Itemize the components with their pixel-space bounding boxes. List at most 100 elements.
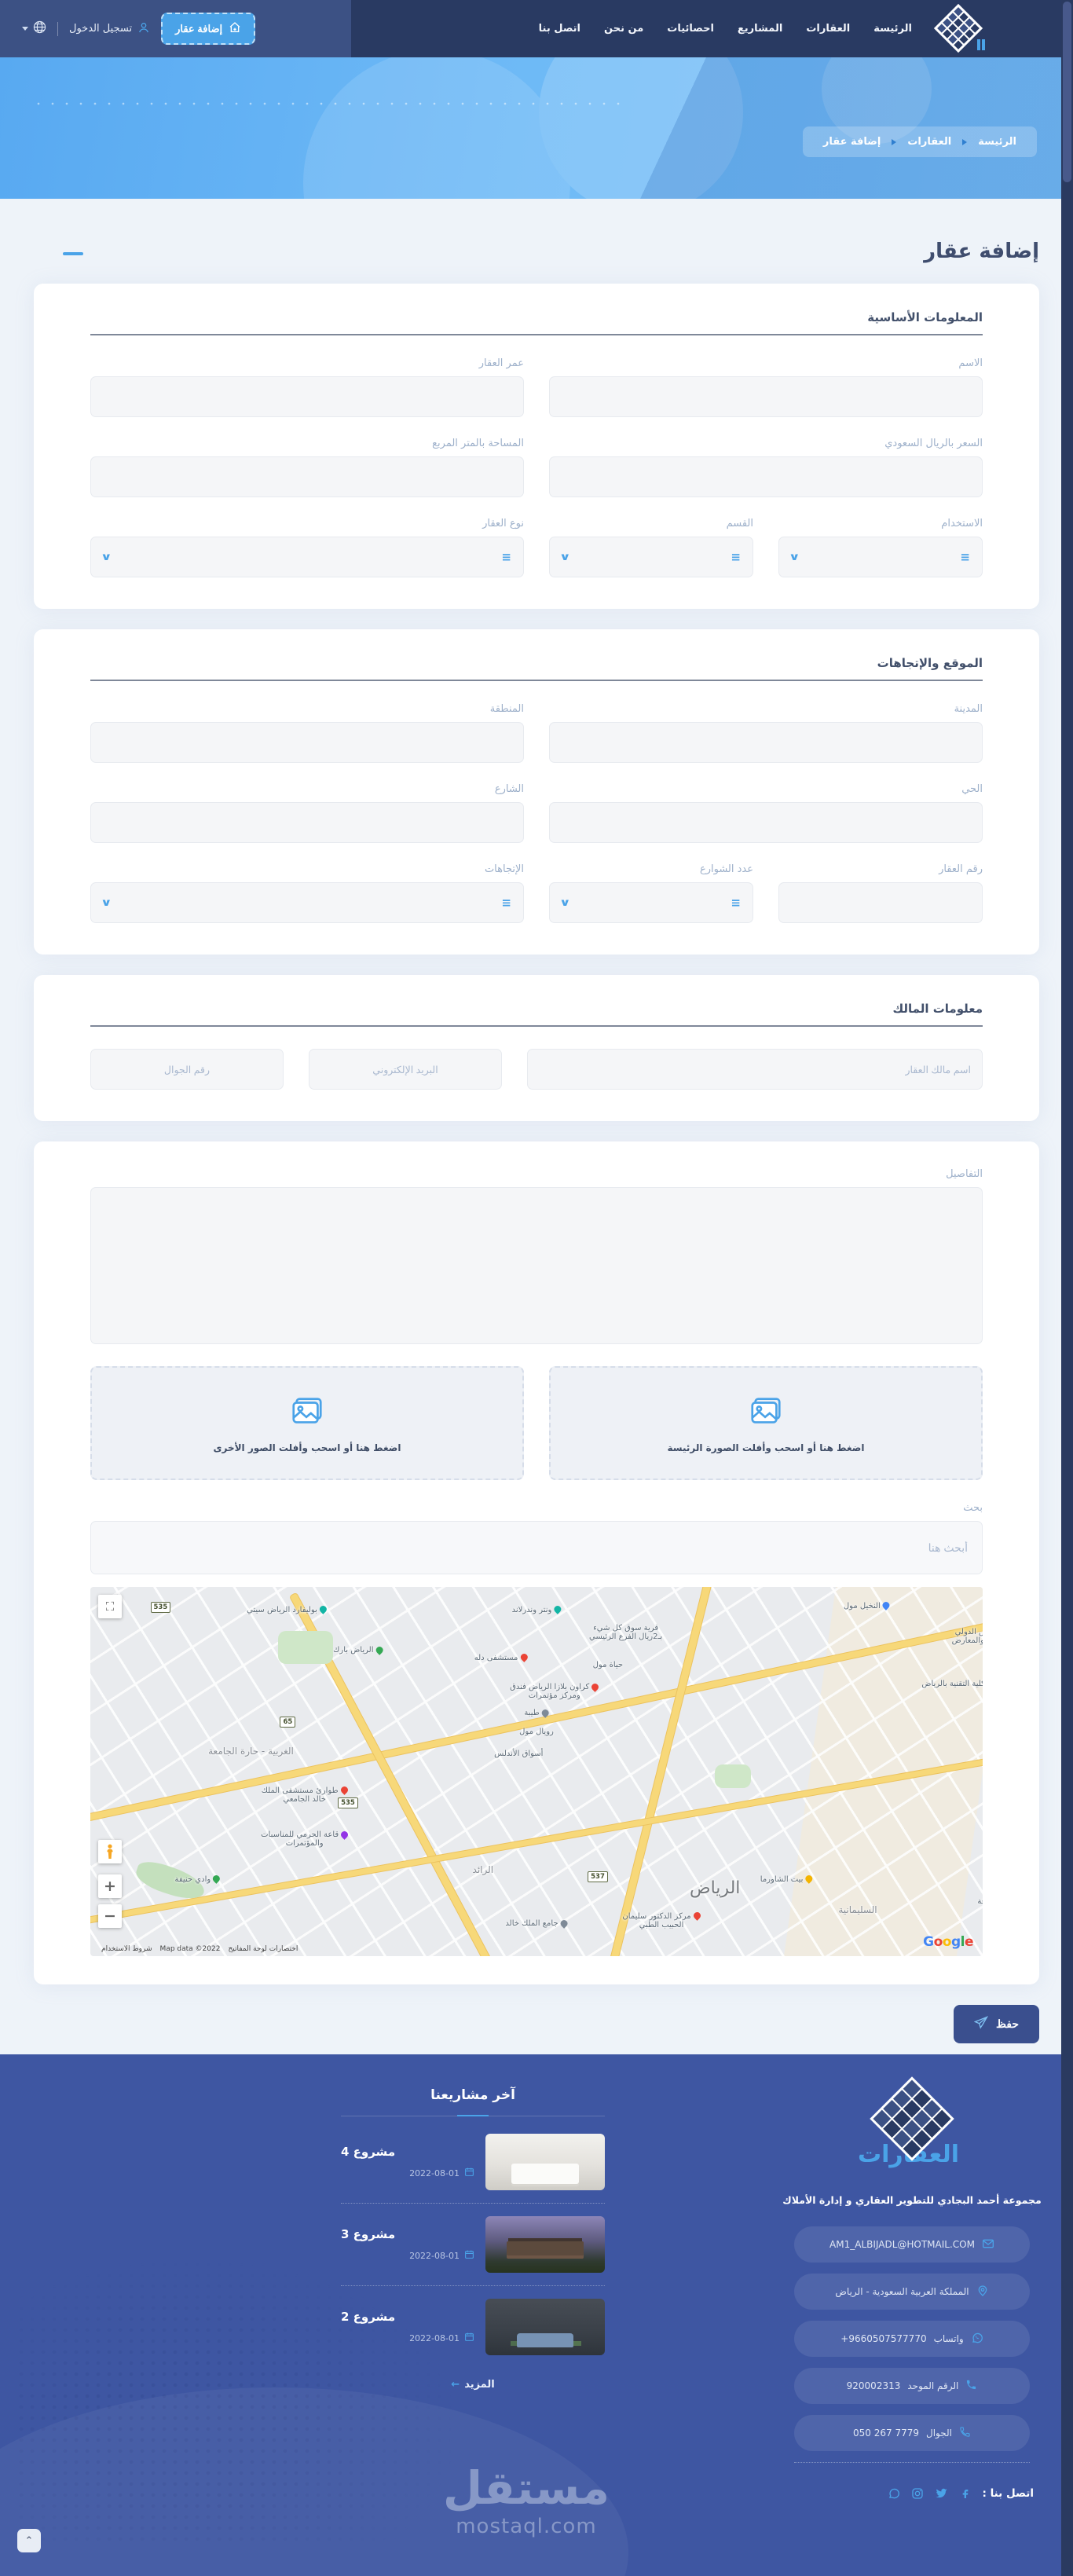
breadcrumb: الرئيسة العقارات إضافة عقار — [802, 126, 1037, 157]
address-pill[interactable]: المملكة العربية السعودية - الرياض — [794, 2274, 1030, 2310]
latest-projects-title: آخر مشاريعنا — [341, 2087, 605, 2116]
owner-name-input[interactable] — [527, 1049, 983, 1090]
twitter-icon[interactable] — [935, 2486, 948, 2500]
latest-projects: آخر مشاريعنا مشروع 4 2022-08-01 مشروع 3 … — [341, 2087, 605, 2391]
facebook-icon[interactable] — [959, 2487, 972, 2500]
project-row[interactable]: مشروع 3 2022-08-01 — [341, 2203, 605, 2285]
map-park — [715, 1764, 752, 1788]
map-label[interactable]: قاعة الحرمي للمناسبات والمؤتمرات — [258, 1829, 352, 1848]
directions-select[interactable]: ≡ ∨ — [90, 882, 524, 923]
project-row[interactable]: مشروع 4 2022-08-01 — [341, 2121, 605, 2203]
usage-select[interactable]: ≡ ∨ — [778, 537, 983, 577]
project-name[interactable]: مشروع 3 — [341, 2227, 474, 2241]
nav-item-about[interactable]: من نحن — [604, 23, 643, 35]
property-age-input[interactable] — [90, 376, 524, 417]
map-label[interactable]: الغربية - حارة الجامعة — [208, 1746, 294, 1757]
nav-item-properties[interactable]: العقارات — [806, 23, 850, 35]
mobile-pill[interactable]: الجوال 050 267 7779 — [794, 2415, 1030, 2451]
project-thumbnail[interactable] — [485, 2216, 605, 2273]
user-icon — [137, 21, 150, 37]
map-label[interactable]: وادي حنيفة — [174, 1874, 222, 1884]
details-textarea[interactable] — [90, 1187, 983, 1344]
map-fullscreen-button[interactable]: ⛶ — [98, 1595, 122, 1618]
map-label[interactable]: مستشفى دله — [474, 1652, 529, 1662]
category-select[interactable]: ≡ ∨ — [549, 537, 753, 577]
map-label[interactable]: كراون بلازا الرياض فندق ومركز مؤتمرات — [507, 1681, 602, 1700]
login-link[interactable]: تسجيل الدخول — [69, 21, 150, 37]
nav-item-contact[interactable]: اتصل بنا — [539, 23, 580, 35]
top-navbar: الرئيسة العقارات المشاريع احصائيات من نح… — [0, 0, 1073, 57]
map-label[interactable]: بيت الشاورما — [760, 1874, 815, 1884]
region-input[interactable] — [90, 722, 524, 763]
project-row[interactable]: مشروع 2 2022-08-01 — [341, 2285, 605, 2368]
map-label[interactable]: حياة مول — [593, 1661, 623, 1669]
whatsapp-pill[interactable]: واتساب +9660507577770 — [794, 2321, 1030, 2357]
back-to-top-button[interactable]: ⌃ — [17, 2529, 41, 2552]
whatsapp-icon[interactable] — [888, 2487, 900, 2500]
page-scrollbar[interactable] — [1061, 0, 1073, 2576]
chevron-up-icon: ⌃ — [24, 2534, 34, 2547]
map-label[interactable]: مركز الرياض الدولي للمؤتمرات والمعارض — [927, 1628, 983, 1645]
hero-dots-pattern — [31, 101, 628, 107]
map-label[interactable]: النخيل مول — [844, 1600, 892, 1611]
property-type-select[interactable]: ≡ ∨ — [90, 537, 524, 577]
name-input[interactable] — [549, 376, 983, 417]
language-selector[interactable] — [22, 20, 46, 37]
map-zoom-out-button[interactable]: − — [98, 1904, 122, 1928]
map-label[interactable]: جامع الملك خالد — [505, 1918, 569, 1929]
map-city-label[interactable]: الرياض — [690, 1878, 740, 1898]
map-label[interactable]: أسواق الأندلس — [494, 1750, 543, 1758]
breadcrumb-home[interactable]: الرئيسة — [978, 136, 1016, 148]
streets-count-select[interactable]: ≡ ∨ — [549, 882, 753, 923]
city-input[interactable] — [549, 722, 983, 763]
other-images-dropzone[interactable]: اضغط هنا أو اسحب وأفلت الصور الأخرى — [90, 1366, 524, 1480]
map-label[interactable]: ونتر وندرلاند — [512, 1604, 563, 1614]
map-label[interactable]: الرياض بارك — [333, 1644, 385, 1655]
add-property-button[interactable]: إضافة عقار — [161, 13, 256, 45]
owner-email-input[interactable] — [309, 1049, 502, 1090]
owner-phone-input[interactable] — [90, 1049, 284, 1090]
map-label[interactable]: بوليفارد الرياض سيتي — [247, 1604, 328, 1614]
nav-item-projects[interactable]: المشاريع — [738, 23, 782, 35]
map-label[interactable]: طيبة — [524, 1707, 551, 1718]
street-input[interactable] — [90, 802, 524, 843]
footer-logo[interactable]: العقارات — [858, 2076, 959, 2183]
mail-icon — [982, 2237, 994, 2252]
map-terms-link[interactable]: شروط الاستخدام — [101, 1945, 152, 1953]
instagram-icon[interactable] — [911, 2487, 924, 2500]
project-thumbnail[interactable] — [485, 2134, 605, 2190]
nav-item-stats[interactable]: احصائيات — [667, 23, 714, 35]
map-search-input[interactable] — [90, 1521, 983, 1574]
project-name[interactable]: مشروع 4 — [341, 2145, 474, 2159]
map-pin-icon — [552, 1604, 563, 1614]
map-label[interactable]: الرائد — [473, 1864, 494, 1875]
breadcrumb-properties[interactable]: العقارات — [907, 136, 951, 148]
map-label[interactable]: قرية سوق كل شيء بـ2ريال الفرع الرئيسي — [583, 1624, 669, 1641]
map-label[interactable]: مطعم الشرفة — [977, 1897, 983, 1906]
area-input[interactable] — [90, 456, 524, 497]
map-label[interactable]: رويال مول — [519, 1728, 554, 1736]
map-label[interactable]: الكلية التقنية بالرياض — [921, 1680, 983, 1688]
page-footer: آخر مشاريعنا مشروع 4 2022-08-01 مشروع 3 … — [0, 2054, 1073, 2576]
map-pegman-control[interactable] — [98, 1840, 122, 1863]
map-shortcuts-link[interactable]: اختصارات لوحة المفاتيح — [228, 1945, 298, 1953]
price-input[interactable] — [549, 456, 983, 497]
map-label[interactable]: السليمانية — [838, 1904, 877, 1915]
email-pill[interactable]: AM1_ALBIJADL@HOTMAIL.COM — [794, 2226, 1030, 2263]
map-zoom-in-button[interactable]: + — [98, 1874, 122, 1898]
kufic-logo-icon — [933, 3, 983, 53]
google-map[interactable]: النخيل مول ونتر وندرلاند بوليفارد الرياض… — [90, 1587, 983, 1956]
property-number-input[interactable] — [778, 882, 983, 923]
map-label[interactable]: مركز الدكتور سليمان الحبيب الطبي — [618, 1911, 705, 1929]
scrollbar-thumb[interactable] — [1063, 2, 1071, 182]
nav-item-home[interactable]: الرئيسة — [873, 23, 912, 35]
main-image-dropzone[interactable]: اضغط هنا أو اسحب وأفلت الصورة الرئيسة — [549, 1366, 983, 1480]
project-name[interactable]: مشروع 2 — [341, 2310, 474, 2324]
district-input[interactable] — [549, 802, 983, 843]
more-link[interactable]: المزيد← — [341, 2379, 605, 2391]
brand-logo[interactable] — [933, 3, 985, 53]
project-date: 2022-08-01 — [409, 2167, 460, 2178]
unified-number-pill[interactable]: الرقم الموحد 920002313 — [794, 2368, 1030, 2404]
project-thumbnail[interactable] — [485, 2299, 605, 2355]
save-button[interactable]: حفظ — [953, 2005, 1039, 2043]
